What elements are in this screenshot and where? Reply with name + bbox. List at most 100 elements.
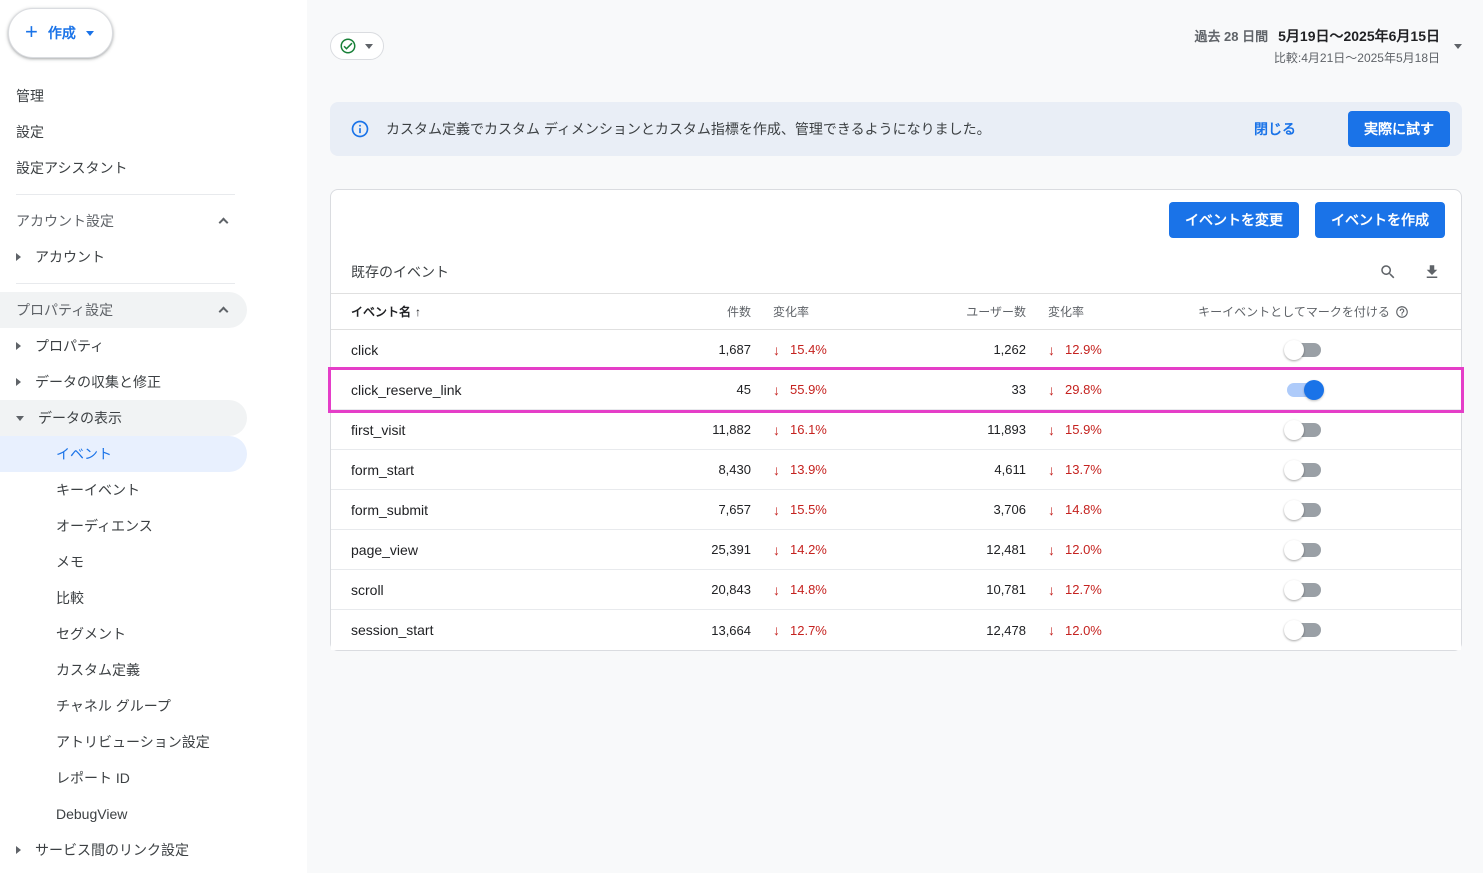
sidebar-item-property[interactable]: プロパティ — [0, 328, 247, 364]
check-circle-icon — [340, 38, 356, 54]
sidebar-item-label: プロパティ — [35, 338, 105, 354]
decrease-arrow-icon: ↓ — [1048, 341, 1055, 358]
key-event-toggle[interactable] — [1283, 539, 1321, 560]
decrease-arrow-icon: ↓ — [773, 501, 780, 518]
triangle-down-icon — [16, 415, 24, 421]
triangle-right-icon — [16, 342, 21, 350]
event-count: 8,430 — [718, 462, 751, 477]
sidebar-item-memos[interactable]: メモ — [0, 544, 247, 580]
events-card: イベントを変更 イベントを作成 既存のイベント イベント名 ↑ 件数 変化率 ユ… — [328, 189, 1464, 651]
event-count: 7,657 — [718, 502, 751, 517]
column-header-users-change[interactable]: 変化率 — [1026, 303, 1146, 320]
period-label: 過去 28 日間 — [1194, 29, 1269, 44]
key-event-toggle[interactable] — [1283, 419, 1321, 440]
sidebar-item-settings[interactable]: 設定 — [0, 114, 247, 150]
count-change-value: 15.4% — [790, 342, 827, 357]
banner-message: カスタム定義でカスタム ディメンションとカスタム指標を作成、管理できるようになり… — [386, 121, 991, 137]
banner-close-button[interactable]: 閉じる — [1254, 119, 1296, 139]
users-change-value: 12.7% — [1065, 582, 1102, 597]
toggle-thumb — [1283, 539, 1304, 560]
sidebar-item-segments[interactable]: セグメント — [0, 616, 247, 652]
section-header-account-settings[interactable]: アカウント設定 — [0, 203, 247, 239]
data-quality-chip[interactable] — [330, 32, 384, 60]
event-count: 1,687 — [718, 342, 751, 357]
sidebar-item-debugview[interactable]: DebugView — [0, 796, 247, 832]
sidebar-item-audiences[interactable]: オーディエンス — [0, 508, 247, 544]
table-row: page_view 25,391 ↓ 14.2% 12,481 ↓ 12.0% — [331, 530, 1461, 570]
help-icon[interactable] — [1395, 305, 1409, 319]
decrease-arrow-icon: ↓ — [773, 622, 780, 638]
sidebar-item-admin[interactable]: 管理 — [0, 78, 247, 114]
sidebar-item-key-events[interactable]: キーイベント — [0, 472, 247, 508]
toggle-thumb — [1283, 339, 1304, 360]
users-change-value: 12.0% — [1065, 622, 1102, 638]
sidebar-item-data-display[interactable]: データの表示 — [0, 400, 247, 436]
section-header-property-settings[interactable]: プロパティ設定 — [0, 292, 247, 328]
download-icon — [1426, 264, 1438, 278]
count-change-value: 55.9% — [790, 382, 827, 397]
sidebar-item-comparisons[interactable]: 比較 — [0, 580, 247, 616]
count-change-value: 12.7% — [790, 622, 827, 638]
key-event-toggle[interactable] — [1283, 620, 1321, 640]
sidebar-item-label: データの収集と修正 — [35, 374, 161, 390]
main-content: 過去 28 日間 5月19日〜2025年6月15日 比較:4月21日〜2025年5… — [307, 0, 1483, 873]
table-row: session_start 13,664 ↓ 12.7% 12,478 ↓ 12… — [331, 610, 1461, 650]
table-row: form_start 8,430 ↓ 13.9% 4,611 ↓ 13.7% — [331, 450, 1461, 490]
table-row: click_reserve_link 45 ↓ 55.9% 33 ↓ 29.8% — [328, 367, 1464, 413]
event-count: 45 — [736, 382, 751, 397]
decrease-arrow-icon: ↓ — [773, 581, 780, 598]
plus-icon: + — [25, 19, 38, 44]
sidebar-item-channel-groups[interactable]: チャネル グループ — [0, 688, 247, 724]
decrease-arrow-icon: ↓ — [773, 381, 780, 398]
sidebar-item-data-collection[interactable]: データの収集と修正 — [0, 364, 247, 400]
decrease-arrow-icon: ↓ — [1048, 501, 1055, 518]
table-row: scroll 20,843 ↓ 14.8% 10,781 ↓ 12.7% — [331, 570, 1461, 610]
decrease-arrow-icon: ↓ — [773, 541, 780, 558]
triangle-right-icon — [16, 378, 21, 386]
column-header-count[interactable]: 件数 — [631, 303, 751, 320]
search-button[interactable] — [1379, 263, 1397, 281]
table-row: click 1,687 ↓ 15.4% 1,262 ↓ 12.9% — [331, 330, 1461, 370]
column-header-event-name[interactable]: イベント名 ↑ — [331, 303, 631, 320]
key-event-toggle[interactable] — [1283, 499, 1321, 520]
key-event-toggle[interactable] — [1283, 579, 1321, 600]
key-event-toggle[interactable] — [1283, 339, 1321, 360]
create-button[interactable]: + 作成 — [8, 8, 113, 58]
decrease-arrow-icon: ↓ — [1048, 461, 1055, 478]
column-header-users[interactable]: ユーザー数 — [871, 303, 1026, 320]
count-change-value: 15.5% — [790, 502, 827, 517]
event-count: 11,882 — [712, 422, 751, 437]
count-change-value: 14.2% — [790, 542, 827, 557]
key-event-toggle[interactable] — [1286, 379, 1324, 400]
modify-event-button[interactable]: イベントを変更 — [1169, 202, 1299, 238]
banner-try-button[interactable]: 実際に試す — [1348, 111, 1450, 147]
users-change-value: 15.9% — [1065, 422, 1102, 437]
download-button[interactable] — [1423, 263, 1441, 281]
list-title: 既存のイベント — [351, 263, 449, 280]
key-event-toggle[interactable] — [1283, 459, 1321, 480]
decrease-arrow-icon: ↓ — [1048, 622, 1055, 638]
date-range-value: 5月19日〜2025年6月15日 — [1278, 28, 1440, 44]
date-range-selector[interactable]: 過去 28 日間 5月19日〜2025年6月15日 比較:4月21日〜2025年5… — [1194, 26, 1462, 66]
column-header-count-change[interactable]: 変化率 — [751, 303, 871, 320]
column-header-key-event[interactable]: キーイベントとしてマークを付ける — [1146, 303, 1461, 320]
sidebar: + 作成 管理 設定 設定アシスタント アカウント設定 アカウント プロパティ設… — [0, 0, 307, 873]
sidebar-item-cross-service-links[interactable]: サービス間のリンク設定 — [0, 832, 247, 868]
sidebar-item-report-id[interactable]: レポート ID — [0, 760, 247, 796]
event-users: 3,706 — [993, 502, 1026, 517]
toggle-thumb — [1283, 579, 1304, 600]
event-name: page_view — [351, 541, 418, 558]
event-name: click — [351, 341, 379, 358]
sort-ascending-icon: ↑ — [415, 304, 422, 319]
sidebar-item-events[interactable]: イベント — [0, 436, 247, 472]
sidebar-item-custom-definitions[interactable]: カスタム定義 — [0, 652, 247, 688]
toggle-thumb — [1283, 419, 1304, 440]
chevron-up-icon — [218, 306, 229, 317]
sidebar-item-setup-assistant[interactable]: 設定アシスタント — [0, 150, 247, 186]
sidebar-item-attribution-settings[interactable]: アトリビューション設定 — [0, 724, 247, 760]
sidebar-item-label: サービス間のリンク設定 — [35, 842, 189, 858]
create-event-button[interactable]: イベントを作成 — [1315, 202, 1445, 238]
sidebar-item-account[interactable]: アカウント — [0, 239, 247, 275]
users-change-value: 13.7% — [1065, 462, 1102, 477]
event-users: 12,478 — [986, 622, 1026, 638]
